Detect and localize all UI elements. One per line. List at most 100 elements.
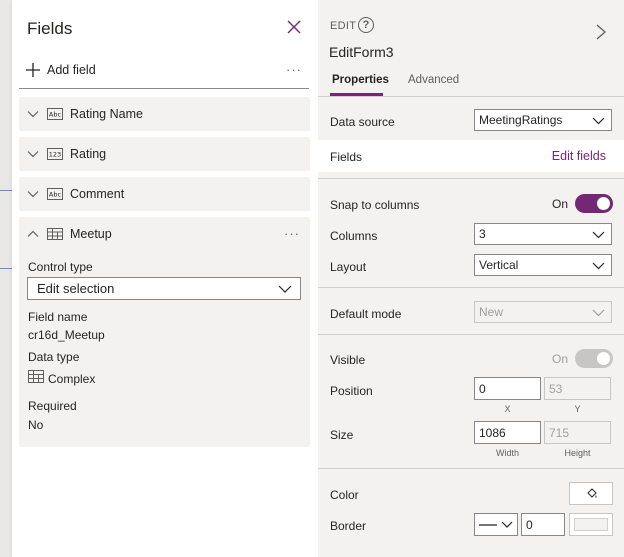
divider: [318, 334, 624, 335]
tab-properties[interactable]: Properties: [332, 74, 389, 86]
svg-text:Abc: Abc: [49, 191, 62, 199]
field-item-comment[interactable]: Abc Comment: [19, 177, 310, 211]
toggle-knob: [597, 352, 610, 365]
data-type-value: Complex: [48, 372, 96, 386]
chevron-down-icon: [27, 151, 39, 158]
snap-to-columns-toggle[interactable]: [575, 194, 613, 213]
visible-state-label: On: [552, 352, 569, 366]
canvas-gridline: [0, 268, 12, 269]
canvas-background: [0, 0, 12, 557]
x-label: X: [504, 404, 511, 414]
color-label: Color: [330, 488, 359, 502]
123-icon: 123: [47, 148, 63, 160]
control-name: EditForm3: [329, 44, 394, 60]
border-color-picker[interactable]: [569, 513, 613, 536]
fields-panel: Fields Add field ··· Abc Rating Name 123…: [12, 0, 318, 557]
size-label: Size: [330, 428, 354, 442]
default-mode-dropdown[interactable]: New: [474, 301, 612, 323]
complex-icon: [28, 370, 44, 383]
close-icon[interactable]: [284, 17, 304, 37]
tab-advanced[interactable]: Advanced: [408, 74, 459, 86]
color-picker-button[interactable]: [569, 482, 613, 505]
help-icon[interactable]: ?: [358, 17, 374, 33]
columns-value: 3: [479, 227, 486, 241]
fields-label: Fields: [330, 150, 363, 164]
abc-icon: Abc: [47, 108, 63, 120]
field-item-label: Meetup: [70, 227, 112, 241]
divider: [19, 88, 309, 89]
divider: [318, 96, 624, 97]
chevron-up-icon: [27, 230, 39, 237]
required-value: No: [28, 418, 44, 432]
chevron-down-icon: [592, 231, 605, 239]
required-label: Required: [28, 399, 77, 413]
fields-panel-title: Fields: [27, 19, 73, 38]
border-label: Border: [330, 519, 367, 533]
paint-bucket-icon: [587, 488, 597, 498]
properties-panel: EDIT ? EditForm3 Properties Advanced Dat…: [318, 0, 624, 557]
field-item-label: Rating Name: [70, 107, 143, 121]
visible-label: Visible: [330, 353, 366, 367]
border-width-input[interactable]: 0: [521, 513, 565, 536]
data-source-dropdown[interactable]: MeetingRatings: [474, 109, 612, 131]
position-y-input[interactable]: 53: [544, 377, 611, 400]
field-item-meetup[interactable]: Meetup ···: [19, 217, 310, 251]
layout-value: Vertical: [479, 258, 519, 272]
solid-line-icon: [479, 524, 497, 526]
columns-label: Columns: [330, 229, 378, 243]
field-item-rating-name[interactable]: Abc Rating Name: [19, 97, 310, 131]
border-style-dropdown[interactable]: [474, 513, 518, 536]
position-label: Position: [330, 384, 373, 398]
field-item-rating[interactable]: 123 Rating: [19, 137, 310, 171]
plus-icon: [26, 63, 40, 77]
complex-icon: [47, 228, 63, 240]
height-label: Height: [564, 448, 591, 458]
height-input[interactable]: 715: [544, 421, 611, 444]
control-type-value: Edit selection: [37, 281, 115, 296]
canvas-gridline: [0, 190, 12, 191]
divider: [318, 468, 624, 469]
svg-text:123: 123: [49, 151, 61, 159]
data-type-label: Data type: [28, 350, 80, 364]
svg-text:Abc: Abc: [49, 111, 62, 119]
control-type-label: Control type: [28, 260, 93, 274]
data-source-label: Data source: [330, 115, 395, 129]
width-input[interactable]: 1086: [474, 421, 541, 444]
divider: [318, 178, 624, 179]
default-mode-value: New: [479, 305, 504, 319]
chevron-down-icon: [27, 111, 39, 118]
snap-to-columns-label: Snap to columns: [330, 198, 420, 212]
add-field-button[interactable]: Add field: [25, 60, 96, 80]
toggle-knob: [597, 197, 610, 210]
layout-label: Layout: [330, 260, 367, 274]
y-label: Y: [574, 404, 581, 414]
chevron-down-icon: [592, 117, 605, 125]
layout-dropdown[interactable]: Vertical: [474, 254, 612, 276]
color-swatch: [574, 518, 608, 531]
edit-fields-link[interactable]: Edit fields: [552, 149, 606, 163]
field-item-label: Comment: [70, 187, 125, 201]
fields-row: Fields Edit fields: [318, 140, 624, 172]
more-options-icon[interactable]: ···: [284, 226, 300, 241]
visible-toggle[interactable]: [575, 349, 613, 368]
chevron-down-icon: [592, 309, 605, 317]
columns-dropdown[interactable]: 3: [474, 223, 612, 245]
more-options-icon[interactable]: ···: [286, 62, 302, 77]
divider: [318, 287, 624, 288]
field-name-value: cr16d_Meetup: [28, 328, 105, 342]
edit-header-label: EDIT: [330, 20, 357, 32]
chevron-down-icon: [278, 285, 292, 293]
snap-state-label: On: [552, 197, 569, 211]
width-label: Width: [495, 448, 519, 458]
chevron-down-icon: [27, 191, 39, 198]
control-type-select[interactable]: Edit selection: [27, 277, 301, 300]
default-mode-label: Default mode: [330, 307, 402, 321]
abc-icon: Abc: [47, 188, 63, 200]
add-field-label: Add field: [47, 63, 96, 77]
chevron-right-icon[interactable]: [594, 22, 608, 42]
position-x-input[interactable]: 0: [474, 377, 541, 400]
chevron-down-icon: [592, 262, 605, 270]
field-details: Control type Edit selection Field name c…: [19, 250, 310, 447]
field-name-label: Field name: [28, 310, 88, 324]
field-item-label: Rating: [70, 147, 107, 161]
